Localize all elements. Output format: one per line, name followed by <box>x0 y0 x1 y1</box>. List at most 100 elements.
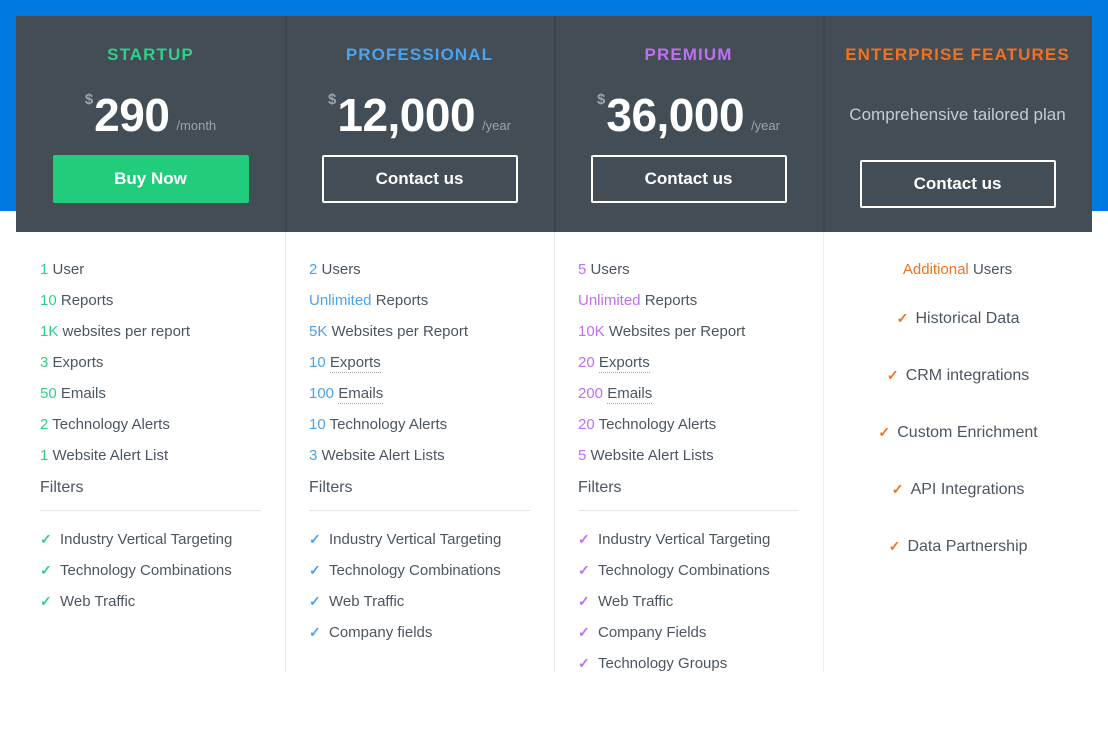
quota-value: Unlimited <box>578 292 641 309</box>
plan-card-professional: PROFESSIONAL $ 12,000 /year Contact us <box>285 16 554 232</box>
list-item: 10 Reports <box>40 293 261 308</box>
quota-label: Website Alert Lists <box>322 447 445 464</box>
filter-label: Technology Combinations <box>60 562 232 579</box>
list-item: 3 Exports <box>40 355 261 370</box>
list-item: ✓Company Fields <box>578 625 799 640</box>
additional-users-heading: Additional Users <box>847 262 1068 277</box>
filters-heading: Filters <box>309 480 530 496</box>
price-period: /month <box>176 119 216 132</box>
filter-label: Industry Vertical Targeting <box>329 531 501 548</box>
enterprise-feature-list: ✓Historical Data ✓CRM integrations ✓Cust… <box>847 311 1068 555</box>
check-icon: ✓ <box>886 368 900 382</box>
price-period: /year <box>482 119 511 132</box>
plan-price-startup: $ 290 /month <box>16 84 285 136</box>
plan-name-startup: STARTUP <box>16 46 285 63</box>
filter-label: Web Traffic <box>598 593 673 610</box>
quota-value: 10 <box>40 292 57 309</box>
cta-wrapper: Buy Now <box>16 155 285 203</box>
check-icon: ✓ <box>40 594 54 608</box>
filters-heading: Filters <box>40 480 261 496</box>
cta-wrapper: Contact us <box>285 155 554 203</box>
quota-label: Users <box>322 261 361 278</box>
contact-us-button-enterprise[interactable]: Contact us <box>860 160 1056 208</box>
list-item: Unlimited Reports <box>309 293 530 308</box>
list-item: 100 Emails <box>309 386 530 401</box>
list-item: 5 Users <box>578 262 799 277</box>
enterprise-feature-label: CRM integrations <box>906 367 1030 384</box>
check-icon: ✓ <box>309 532 323 546</box>
list-item: ✓ Technology Combinations <box>40 563 261 578</box>
price-period: /year <box>751 119 780 132</box>
quota-value: 5 <box>578 447 586 464</box>
list-item: 3 Website Alert Lists <box>309 448 530 463</box>
check-icon: ✓ <box>578 594 592 608</box>
divider <box>578 510 799 511</box>
quota-value: 20 <box>578 354 595 371</box>
quota-label: Users <box>591 261 630 278</box>
list-item: ✓Technology Combinations <box>578 563 799 578</box>
contact-us-button-premium[interactable]: Contact us <box>591 155 787 203</box>
plan-name-enterprise: ENTERPRISE FEATURES <box>823 46 1092 63</box>
enterprise-feature-label: Data Partnership <box>907 538 1027 555</box>
list-item: 20 Technology Alerts <box>578 417 799 432</box>
check-icon: ✓ <box>578 625 592 639</box>
quota-value: 3 <box>40 354 48 371</box>
cta-wrapper: Contact us <box>823 160 1092 208</box>
check-icon: ✓ <box>40 532 54 546</box>
quota-label[interactable]: Exports <box>330 354 381 373</box>
list-item: ✓ Web Traffic <box>578 594 799 609</box>
list-item: 2 Users <box>309 262 530 277</box>
feature-column-enterprise: Additional Users ✓Historical Data ✓ CRM i… <box>823 232 1092 741</box>
feature-column-startup: 1 User 10 Reports 1K websites per report… <box>16 232 285 741</box>
quota-value: 2 <box>40 416 48 433</box>
list-item: 10 Technology Alerts <box>309 417 530 432</box>
filter-list-professional: ✓Industry Vertical Targeting ✓Technology… <box>309 532 530 640</box>
quota-label: Websites per Report <box>609 323 745 340</box>
list-item: ✓Data Partnership <box>847 539 1068 555</box>
list-item: 20 Exports <box>578 355 799 370</box>
quota-label[interactable]: Exports <box>599 354 650 373</box>
list-item: Unlimited Reports <box>578 293 799 308</box>
quota-value: 20 <box>578 416 595 433</box>
plan-card-startup: STARTUP $ 290 /month Buy Now <box>16 16 285 232</box>
plan-card-enterprise: ENTERPRISE FEATURES Comprehensive tailor… <box>823 16 1092 232</box>
contact-us-button-professional[interactable]: Contact us <box>322 155 518 203</box>
quota-label: Technology Alerts <box>330 416 448 433</box>
list-item: ✓Historical Data <box>847 311 1068 327</box>
buy-now-button[interactable]: Buy Now <box>53 155 249 203</box>
quota-value: 3 <box>309 447 317 464</box>
check-icon: ✓ <box>877 425 891 439</box>
list-item: ✓Web Traffic <box>309 594 530 609</box>
list-item: ✓Industry Vertical Targeting <box>578 532 799 547</box>
quota-value: 50 <box>40 385 57 402</box>
cta-wrapper: Contact us <box>554 155 823 203</box>
quota-value: 5K <box>309 323 327 340</box>
currency-symbol: $ <box>597 92 605 107</box>
list-item: 1 Website Alert List <box>40 448 261 463</box>
plan-card-premium: PREMIUM $ 36,000 /year Contact us <box>554 16 823 232</box>
list-item: 1K websites per report <box>40 324 261 339</box>
filter-label: Company fields <box>329 624 432 641</box>
quota-label: Websites per Report <box>332 323 468 340</box>
quota-label: Reports <box>376 292 429 309</box>
quota-value: 10 <box>309 354 326 371</box>
quota-label: Technology Alerts <box>52 416 170 433</box>
plan-cards-strip: STARTUP $ 290 /month Buy Now PROFESSIONA… <box>16 16 1092 232</box>
additional-rest-text: Users <box>973 261 1012 278</box>
quota-label[interactable]: Emails <box>607 385 652 404</box>
divider <box>40 510 261 511</box>
quota-value: 1K <box>40 323 58 340</box>
list-item: 5 Website Alert Lists <box>578 448 799 463</box>
list-item: 200 Emails <box>578 386 799 401</box>
check-icon: ✓ <box>309 563 323 577</box>
divider <box>309 510 530 511</box>
list-item: 10 Exports <box>309 355 530 370</box>
list-item: 10K Websites per Report <box>578 324 799 339</box>
check-icon: ✓ <box>309 594 323 608</box>
feature-column-professional: 2 Users Unlimited Reports 5K Websites pe… <box>285 232 554 741</box>
check-icon: ✓ <box>40 563 54 577</box>
currency-symbol: $ <box>85 92 93 107</box>
filter-label: Technology Combinations <box>598 562 770 579</box>
quota-label[interactable]: Emails <box>338 385 383 404</box>
list-item: ✓ Industry Vertical Targeting <box>309 532 530 547</box>
